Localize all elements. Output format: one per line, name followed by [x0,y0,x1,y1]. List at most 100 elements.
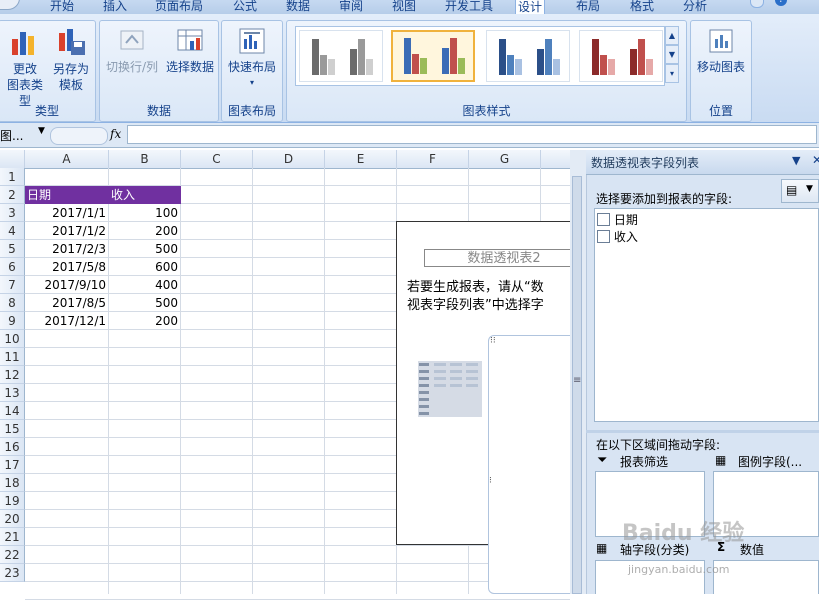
tab-analyze[interactable]: 分析 [683,0,707,13]
header-cell-income[interactable]: 收入 [109,186,181,204]
field-layout-button[interactable]: ▤ ▼ [781,179,819,203]
income-cell[interactable]: 500 [109,294,181,312]
row-header[interactable]: 15 [0,420,25,438]
row-header[interactable]: 1 [0,168,25,186]
income-cell[interactable]: 100 [109,204,181,222]
resize-handle-icon[interactable]: ⁝⁝ [490,336,496,346]
row-header[interactable]: 7 [0,276,25,294]
pivot-chart-area[interactable]: ⁝⁝ ⁝ [488,335,578,594]
move-chart-button[interactable]: 移动图表 [693,27,749,75]
income-cell[interactable]: 200 [109,222,181,240]
chart-style-red[interactable] [579,30,663,82]
tab-view[interactable]: 视图 [392,0,416,13]
date-cell[interactable]: 2017/5/8 [25,258,109,276]
row-header[interactable]: 10 [0,330,25,348]
date-cell[interactable]: 2017/8/5 [25,294,109,312]
name-box-dropdown-icon[interactable]: ▼ [38,126,45,136]
tab-formulas[interactable]: 公式 [233,0,257,13]
formula-input[interactable] [127,125,817,144]
column-header-g[interactable]: G [469,150,541,168]
row-header[interactable]: 12 [0,366,25,384]
select-data-button[interactable]: 选择数据 [162,27,218,75]
row-header[interactable]: 11 [0,348,25,366]
tab-developer[interactable]: 开发工具 [445,0,493,13]
tab-review[interactable]: 审阅 [339,0,363,13]
tab-insert[interactable]: 插入 [103,0,127,13]
row-header[interactable]: 21 [0,528,25,546]
date-cell[interactable]: 2017/1/1 [25,204,109,222]
row-header[interactable]: 18 [0,474,25,492]
column-header-e[interactable]: E [325,150,397,168]
save-as-template-button[interactable]: 另存为 模板 [49,27,93,93]
minimize-ribbon-icon[interactable] [750,0,764,8]
switch-row-column-button[interactable]: 切换行/列 [104,27,160,75]
chart-type-icon [12,32,34,55]
column-header-c[interactable]: C [181,150,253,168]
date-cell[interactable]: 2017/1/2 [25,222,109,240]
field-item-income[interactable]: 收入 [597,228,638,244]
chart-style-gray[interactable] [299,30,383,82]
row-header[interactable]: 19 [0,492,25,510]
income-cell[interactable]: 400 [109,276,181,294]
filter-icon: ⏷ [597,453,608,468]
ribbon: 更改 图表类型 另存为 模板 类型 切换行/列 选择数据 数据 快速布局 ▾ 图… [0,14,819,123]
income-cell[interactable]: 500 [109,240,181,258]
row-header[interactable]: 2 [0,186,25,204]
tab-data[interactable]: 数据 [286,0,310,13]
header-cell-date[interactable]: 日期 [25,186,109,204]
tab-page-layout[interactable]: 页面布局 [155,0,203,13]
quick-layout-button[interactable]: 快速布局 ▾ [224,27,280,91]
scroll-down-icon[interactable]: ▼ [665,45,679,64]
row-header[interactable]: 17 [0,456,25,474]
income-cell[interactable]: 200 [109,312,181,330]
row-header[interactable]: 9 [0,312,25,330]
formula-bar-handle[interactable] [50,127,108,145]
splitter-grip-icon[interactable]: ≡ [573,375,581,386]
date-cell[interactable]: 2017/9/10 [25,276,109,294]
office-button[interactable] [0,0,20,10]
row-header[interactable]: 13 [0,384,25,402]
row-header[interactable]: 5 [0,240,25,258]
field-checkbox[interactable] [597,230,610,243]
row-header[interactable]: 20 [0,510,25,528]
date-cell[interactable]: 2017/2/3 [25,240,109,258]
close-icon[interactable]: ✕ [812,153,819,167]
scroll-up-icon[interactable]: ▲ [665,26,679,45]
tab-design[interactable]: 设计 [515,0,546,14]
vertical-splitter[interactable]: ≡ [570,150,587,594]
row-header[interactable]: 3 [0,204,25,222]
help-icon[interactable]: ? [775,0,787,6]
drag-fields-label: 在以下区域间拖动字段: [596,438,721,452]
row-header[interactable]: 8 [0,294,25,312]
row-header[interactable]: 16 [0,438,25,456]
row-header[interactable]: 23 [0,564,25,582]
tab-layout[interactable]: 布局 [576,0,600,13]
resize-handle-icon[interactable]: ⁝ [489,476,492,486]
more-styles-icon[interactable]: ▾ [665,64,679,83]
pane-divider[interactable] [586,430,819,433]
column-header-b[interactable]: B [109,150,181,168]
change-chart-type-button[interactable]: 更改 图表类型 [3,27,47,109]
select-all-corner[interactable] [0,150,25,168]
pane-options-icon[interactable]: ▼ [792,154,800,167]
row-header[interactable]: 6 [0,258,25,276]
tab-home[interactable]: 开始 [50,0,74,13]
chart-style-multicolor[interactable] [391,30,475,82]
field-item-date[interactable]: 日期 [597,211,638,227]
name-box[interactable]: 图... [0,127,40,143]
group-location-label: 位置 [708,104,733,118]
report-filter-label: 报表筛选 [620,455,669,469]
field-checkbox[interactable] [597,213,610,226]
fx-icon[interactable]: fx [110,127,121,141]
chevron-down-icon: ▼ [806,184,813,194]
row-header[interactable]: 4 [0,222,25,240]
column-header-a[interactable]: A [25,150,109,168]
row-header[interactable]: 14 [0,402,25,420]
income-cell[interactable]: 600 [109,258,181,276]
row-header[interactable]: 22 [0,546,25,564]
column-header-f[interactable]: F [397,150,469,168]
chart-style-blue[interactable] [486,30,570,82]
column-header-d[interactable]: D [253,150,325,168]
date-cell[interactable]: 2017/12/1 [25,312,109,330]
tab-format[interactable]: 格式 [630,0,654,13]
